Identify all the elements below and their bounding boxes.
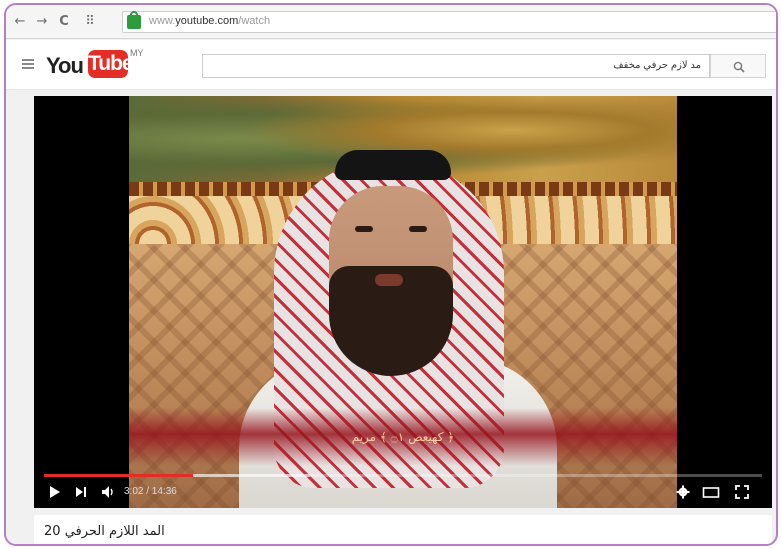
played-fill	[44, 474, 193, 477]
url-text: www.youtube.com/watch	[149, 15, 271, 27]
search-icon	[733, 61, 745, 73]
person-eye	[355, 226, 373, 232]
volume-icon	[102, 486, 113, 498]
video-player[interactable]: ﴿ كهيعص ۝١ ﴾ مريم 3:02 / 14:36	[34, 96, 772, 508]
screenshot-frame: ← → C ⠿ www.youtube.com/watch You Tube M…	[4, 3, 778, 546]
next-icon	[76, 487, 86, 497]
volume-button[interactable]	[100, 484, 116, 500]
logo-region-code: MY	[130, 48, 144, 58]
back-icon[interactable]: ←	[12, 14, 28, 30]
reload-icon[interactable]: C	[56, 14, 72, 30]
search-input[interactable]: مد لازم حرفي مخفف	[202, 54, 710, 78]
address-bar[interactable]: www.youtube.com/watch	[122, 11, 776, 33]
forward-icon[interactable]: →	[34, 14, 50, 30]
verse-caption-band: ﴿ كهيعص ۝١ ﴾ مريم	[129, 408, 677, 466]
theater-icon	[702, 487, 720, 498]
apps-icon[interactable]: ⠿	[82, 14, 98, 30]
next-button[interactable]	[74, 484, 88, 500]
gear-icon	[676, 485, 690, 499]
verse-caption: ﴿ كهيعص ۝١ ﴾ مريم	[351, 430, 455, 444]
time-display: 3:02 / 14:36	[124, 486, 177, 497]
person-eye	[409, 226, 427, 232]
lock-icon	[127, 11, 141, 29]
logo-you-text: You	[46, 53, 84, 78]
video-title: 20 المد اللازم الحرفي	[44, 524, 165, 539]
person-mouth	[375, 274, 403, 286]
progress-bar[interactable]	[44, 474, 762, 477]
theater-mode-button[interactable]	[702, 484, 720, 500]
fullscreen-button[interactable]	[734, 484, 750, 500]
browser-toolbar: ← → C ⠿ www.youtube.com/watch	[6, 5, 776, 39]
fullscreen-icon	[735, 485, 749, 499]
settings-button[interactable]	[676, 484, 690, 500]
hamburger-menu-icon[interactable]	[22, 59, 34, 69]
play-button[interactable]	[48, 484, 62, 500]
play-icon	[50, 486, 60, 498]
video-info-card: 20 المد اللازم الحرفي	[34, 515, 772, 544]
youtube-header: You Tube MY مد لازم حرفي مخفف	[6, 40, 776, 90]
search-button[interactable]	[710, 54, 766, 78]
person-agal	[335, 150, 451, 180]
logo-tube-text: Tube	[88, 50, 134, 78]
